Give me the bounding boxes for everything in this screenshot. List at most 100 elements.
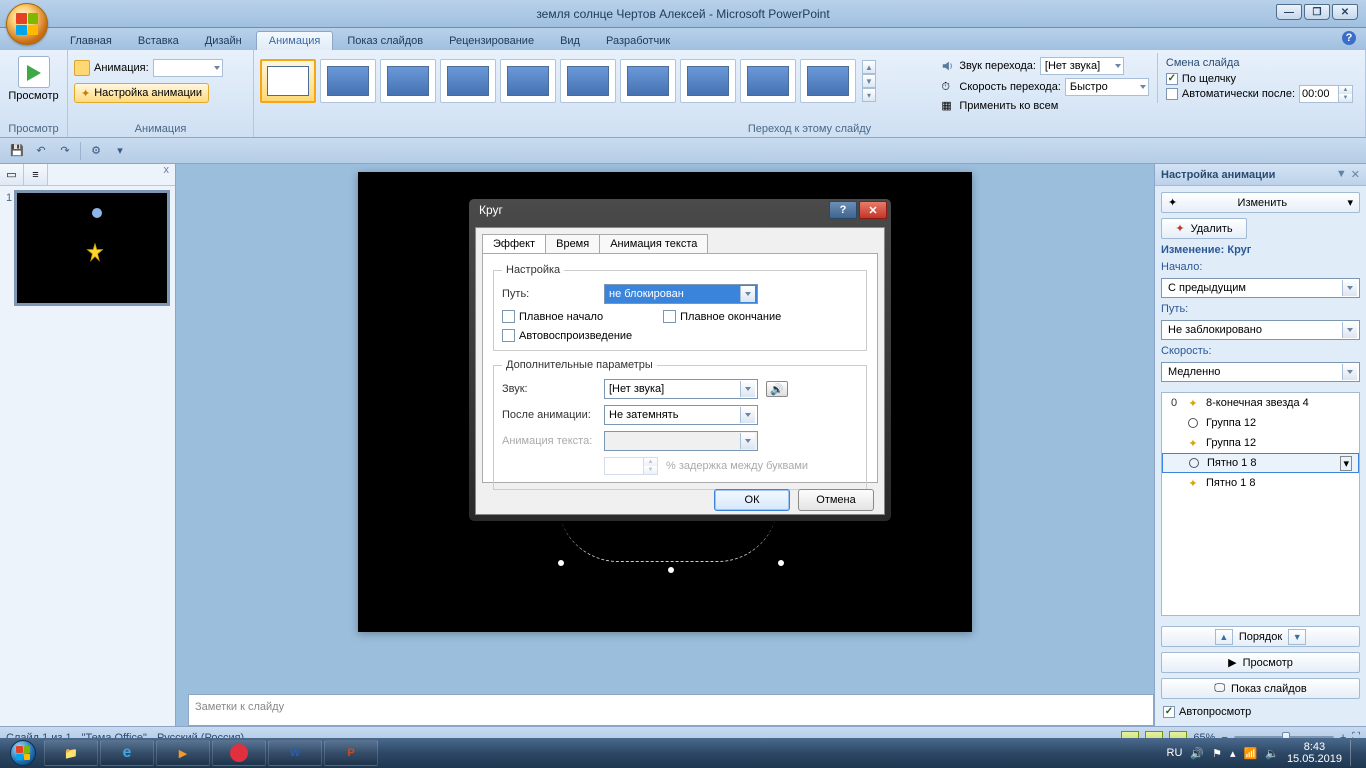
tab-developer[interactable]: Разработчик	[594, 32, 682, 50]
minimize-button[interactable]: —	[1276, 4, 1302, 20]
autopreview-checkbox[interactable]	[1163, 706, 1175, 718]
tab-animation[interactable]: Анимация	[256, 31, 334, 50]
restore-button[interactable]: ❐	[1304, 4, 1330, 20]
tab-home[interactable]: Главная	[58, 32, 124, 50]
tray-language[interactable]: RU	[1167, 747, 1183, 759]
tray-sound-icon[interactable]: 🔈	[1265, 747, 1279, 760]
transition-item[interactable]	[740, 59, 796, 103]
dialog-help-button[interactable]: ?	[829, 201, 857, 219]
preview-button[interactable]: ▶Просмотр	[1161, 652, 1360, 673]
notes-area[interactable]: Заметки к слайду	[188, 694, 1154, 726]
speed-icon: ⏱	[941, 81, 955, 94]
star-icon: ✦	[81, 87, 90, 100]
transition-item[interactable]	[380, 59, 436, 103]
autoreverse-checkbox[interactable]	[502, 329, 515, 342]
undo-button[interactable]: ↶	[32, 142, 50, 160]
transition-sound-dropdown[interactable]: [Нет звука]	[1040, 57, 1124, 75]
transition-none[interactable]	[260, 59, 316, 103]
move-down-button[interactable]: ▼	[1288, 629, 1306, 645]
tab-insert[interactable]: Вставка	[126, 32, 191, 50]
change-effect-button[interactable]: ✦Изменить▾	[1161, 192, 1360, 213]
tab-text-animation[interactable]: Анимация текста	[599, 234, 708, 253]
office-button[interactable]	[6, 3, 48, 45]
taskbar-word[interactable]: W	[268, 740, 322, 766]
transition-item[interactable]	[320, 59, 376, 103]
tab-view[interactable]: Вид	[548, 32, 592, 50]
animation-list-item[interactable]: ✦Пятно 1 8	[1162, 473, 1359, 493]
ok-button[interactable]: ОК	[714, 489, 790, 511]
animation-list-item[interactable]: ✦Группа 12	[1162, 433, 1359, 453]
animation-list-item[interactable]: Пятно 1 8▾	[1162, 453, 1359, 473]
transition-item[interactable]	[620, 59, 676, 103]
apply-all-button[interactable]: Применить ко всем	[959, 100, 1058, 112]
taskbar-powerpoint[interactable]: P	[324, 740, 378, 766]
qat-customize[interactable]: ▾	[111, 142, 129, 160]
auto-after-checkbox[interactable]	[1166, 88, 1178, 100]
path-handle[interactable]	[778, 560, 784, 566]
on-click-checkbox[interactable]	[1166, 73, 1178, 85]
smooth-end-checkbox[interactable]	[663, 310, 676, 323]
tray-network-icon[interactable]: 🔊	[1190, 747, 1204, 760]
transition-item[interactable]	[500, 59, 556, 103]
start-button[interactable]	[4, 738, 42, 768]
taskbar-opera[interactable]	[212, 740, 266, 766]
custom-animation-button[interactable]: ✦ Настройка анимации	[74, 83, 209, 103]
close-button[interactable]: ✕	[1332, 4, 1358, 20]
path-select[interactable]: не блокирован	[604, 284, 758, 304]
tray-chevron-icon[interactable]: ▴	[1230, 747, 1236, 760]
gallery-scroll-up[interactable]: ▲	[862, 60, 876, 74]
gallery-more[interactable]: ▾	[862, 88, 876, 102]
show-desktop-button[interactable]	[1350, 740, 1358, 766]
reorder-control: ▲ Порядок ▼	[1161, 626, 1360, 647]
dialog-close-button[interactable]: ✕	[859, 201, 887, 219]
sound-preview-icon[interactable]: 🔊	[766, 381, 788, 397]
pane-close-icon[interactable]: ✕	[1351, 168, 1360, 181]
pane-dropdown-icon[interactable]: ▼	[1336, 168, 1347, 181]
auto-after-time[interactable]: ▲▼	[1299, 85, 1353, 103]
macro-button[interactable]: ⚙	[87, 142, 105, 160]
panel-close[interactable]: x	[158, 164, 176, 185]
animation-list-item[interactable]: 0✦8-конечная звезда 4	[1162, 393, 1359, 413]
start-dropdown[interactable]: С предыдущим	[1161, 278, 1360, 298]
tray-volume-icon[interactable]: 📶	[1244, 747, 1258, 760]
tab-design[interactable]: Дизайн	[193, 32, 254, 50]
tab-review[interactable]: Рецензирование	[437, 32, 546, 50]
taskbar-explorer[interactable]: 📁	[44, 740, 98, 766]
slides-tab[interactable]: ▭	[0, 164, 24, 185]
path-handle[interactable]	[668, 567, 674, 573]
tab-slideshow[interactable]: Показ слайдов	[335, 32, 435, 50]
smooth-start-checkbox[interactable]	[502, 310, 515, 323]
help-icon[interactable]: ?	[1342, 31, 1356, 45]
tray-action-icon[interactable]: ⚑	[1212, 747, 1222, 760]
slideshow-button[interactable]: 🖵Показ слайдов	[1161, 678, 1360, 699]
transition-item[interactable]	[440, 59, 496, 103]
cancel-button[interactable]: Отмена	[798, 489, 874, 511]
transition-item[interactable]	[680, 59, 736, 103]
start-label: Начало:	[1161, 261, 1360, 273]
after-animation-select[interactable]: Не затемнять	[604, 405, 758, 425]
transition-speed-dropdown[interactable]: Быстро	[1065, 78, 1149, 96]
tray-clock[interactable]: 8:4315.05.2019	[1287, 741, 1342, 765]
preview-button[interactable]: Просмотр	[1, 53, 65, 105]
delete-effect-button[interactable]: ✦Удалить	[1161, 218, 1247, 239]
anim-pane-title: Настройка анимации	[1161, 169, 1275, 181]
sound-select[interactable]: [Нет звука]	[604, 379, 758, 399]
effect-name: Изменение: Круг	[1161, 244, 1360, 256]
outline-tab[interactable]: ≡	[24, 164, 48, 185]
taskbar-ie[interactable]: e	[100, 740, 154, 766]
redo-button[interactable]: ↷	[56, 142, 74, 160]
speed-dropdown[interactable]: Медленно	[1161, 362, 1360, 382]
tab-effect[interactable]: Эффект	[482, 234, 546, 253]
move-up-button[interactable]: ▲	[1215, 629, 1233, 645]
taskbar-mediaplayer[interactable]: ▶	[156, 740, 210, 766]
path-handle[interactable]	[558, 560, 564, 566]
tab-timing[interactable]: Время	[545, 234, 600, 253]
animation-list-item[interactable]: Группа 12	[1162, 413, 1359, 433]
transition-item[interactable]	[560, 59, 616, 103]
animation-dropdown[interactable]	[153, 59, 223, 77]
gallery-scroll-down[interactable]: ▼	[862, 74, 876, 88]
path-dropdown[interactable]: Не заблокировано	[1161, 320, 1360, 340]
slide-thumbnail[interactable]	[16, 192, 168, 304]
transition-item[interactable]	[800, 59, 856, 103]
save-button[interactable]: 💾	[8, 142, 26, 160]
